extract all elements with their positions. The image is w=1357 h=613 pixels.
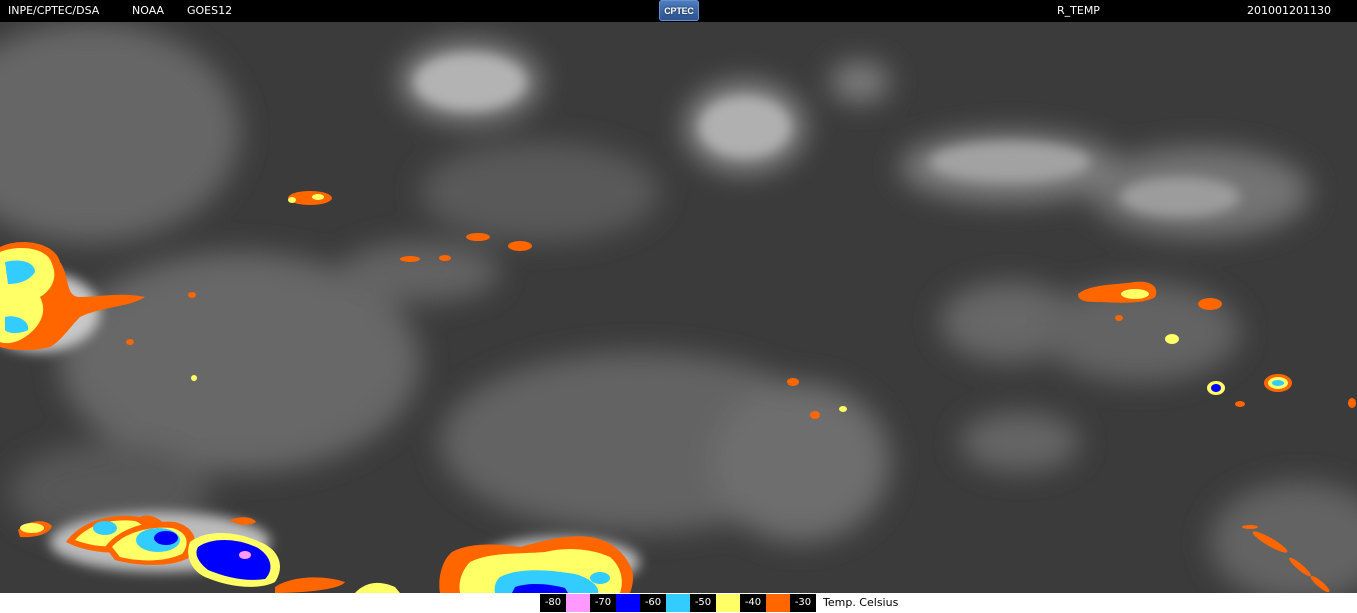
timestamp-label: 201001201130 xyxy=(1247,4,1331,17)
temperature-legend: -80 -70 -60 -50 -40 -30 Temp. Celsius xyxy=(540,594,899,612)
legend-label: -40 xyxy=(740,594,766,612)
satellite-label: GOES12 xyxy=(187,4,233,17)
legend-swatch xyxy=(616,594,640,612)
cptec-logo: CPTEC xyxy=(659,0,699,21)
legend-swatch xyxy=(716,594,740,612)
product-label: R_TEMP xyxy=(1057,4,1100,17)
legend-label: -70 xyxy=(590,594,616,612)
legend-label: -50 xyxy=(690,594,716,612)
legend-swatch xyxy=(666,594,690,612)
header-bar: INPE/CPTEC/DSA NOAA GOES12 CPTEC R_TEMP … xyxy=(0,0,1357,22)
legend-label: -30 xyxy=(790,594,816,612)
logo-text: CPTEC xyxy=(664,6,694,16)
legend-label: -80 xyxy=(540,594,566,612)
satellite-image-svg xyxy=(0,22,1357,593)
legend-unit-label: Temp. Celsius xyxy=(816,594,899,612)
organization-label: INPE/CPTEC/DSA xyxy=(8,4,100,17)
legend-bar: -80 -70 -60 -50 -40 -30 Temp. Celsius xyxy=(0,593,1357,613)
legend-swatch xyxy=(766,594,790,612)
agency-label: NOAA xyxy=(132,4,165,17)
legend-label: -60 xyxy=(640,594,666,612)
satellite-image xyxy=(0,22,1357,593)
legend-swatch xyxy=(566,594,590,612)
